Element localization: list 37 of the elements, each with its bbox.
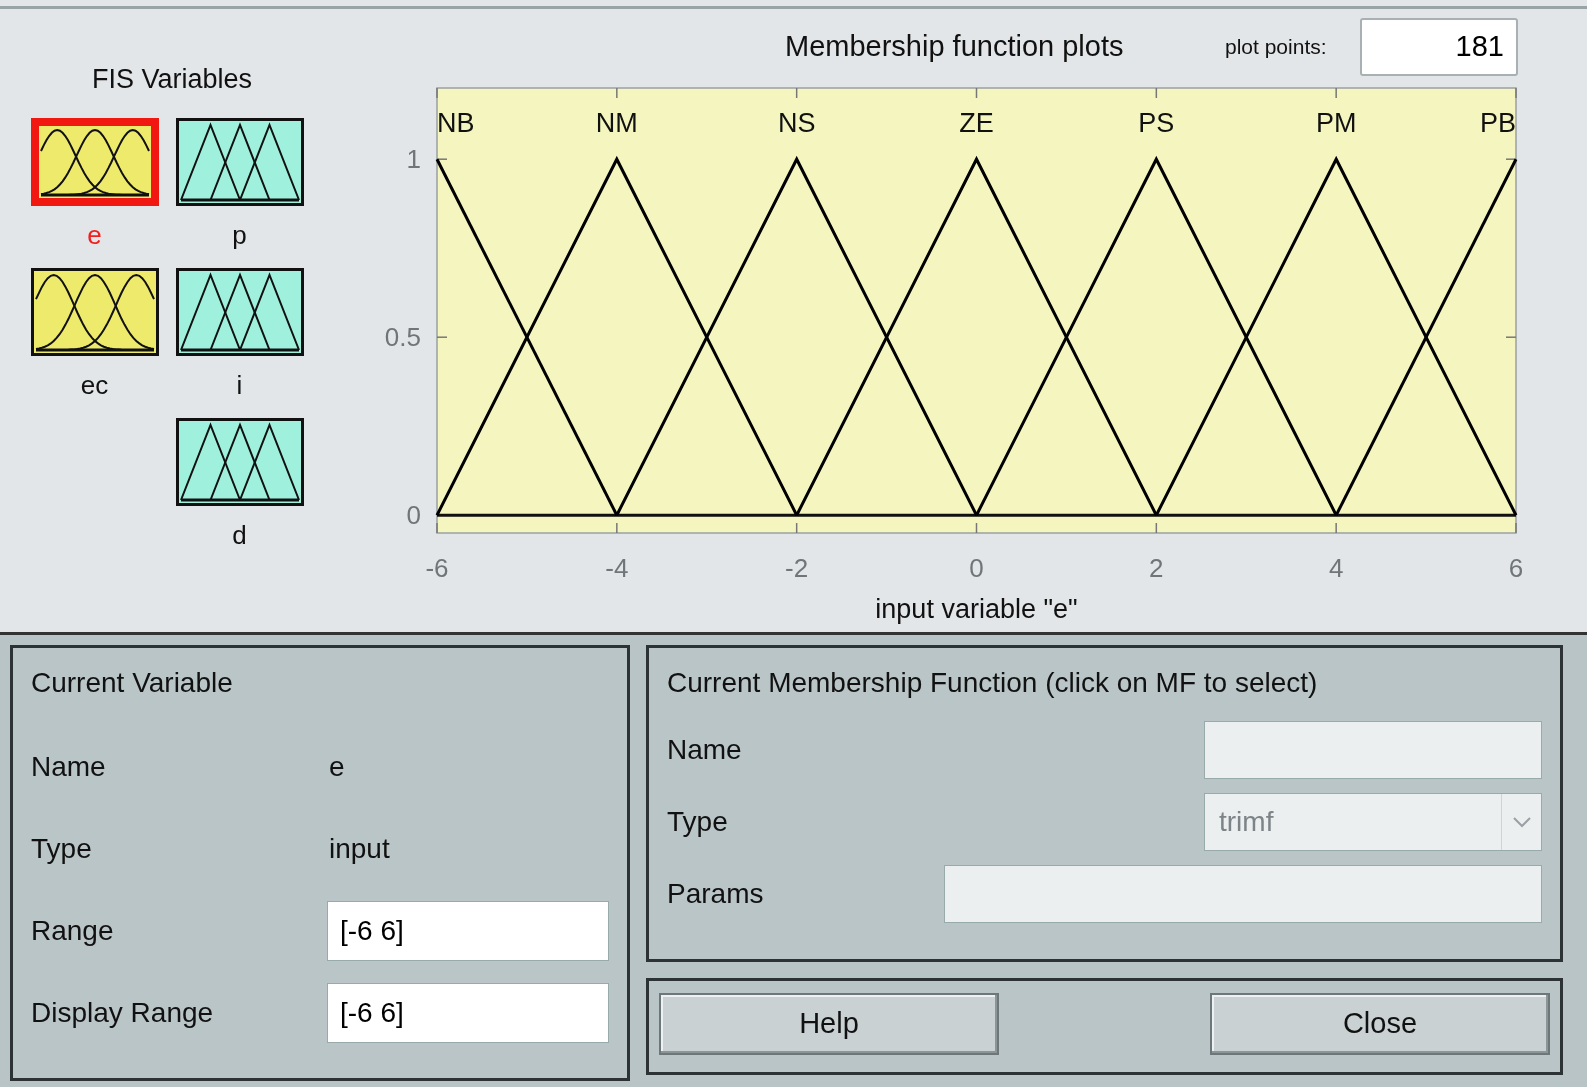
axis-tick-label: -6 [425,553,449,583]
axis-tick-label: 4 [1328,553,1344,583]
axis-tick-label: 0 [969,553,984,583]
membership-function-label: PB [1479,108,1516,138]
panel-title: Current Membership Function (click on MF to select) [667,666,1319,700]
axis-tick-label: -2 [785,553,809,583]
axis-tick-label: 0.5 [384,322,421,353]
variable-name: e [87,218,102,252]
plot-points-label: plot points: [1225,33,1328,60]
field-label: Type [31,832,93,866]
panel-title: Current Variable [31,666,234,700]
variable-name: p [232,218,247,252]
variable-name: i [236,368,243,402]
membership-function-label: NS [777,108,816,138]
field-label: Display Range [31,996,215,1030]
membership-function-label: NM [595,108,638,138]
axis-tick-label: 6 [1508,553,1524,583]
membership-function-label: PM [1315,108,1357,138]
field-label: Name [31,750,107,784]
membership-function-label: NB [437,108,475,138]
membership-function-label: PS [1138,108,1175,138]
plot-title: Membership function plots [785,28,1125,64]
panel-title: FIS Variables [90,63,254,96]
axis-tick-label: -4 [605,553,629,583]
field-label: Name [667,733,743,767]
field-label: Params [667,877,765,911]
field-value: input [329,832,390,866]
axis-title: input variable "e" [875,594,1078,624]
variable-name: d [232,518,247,552]
axis-tick-label: 2 [1149,553,1164,583]
field-value: e [329,750,345,784]
axis-tick-label: 0 [406,500,421,531]
axis-tick-label: 1 [406,144,421,175]
membership-function-label: ZE [959,108,994,138]
variable-name: ec [80,368,109,402]
field-label: Range [31,914,115,948]
field-label: Type [667,805,729,839]
